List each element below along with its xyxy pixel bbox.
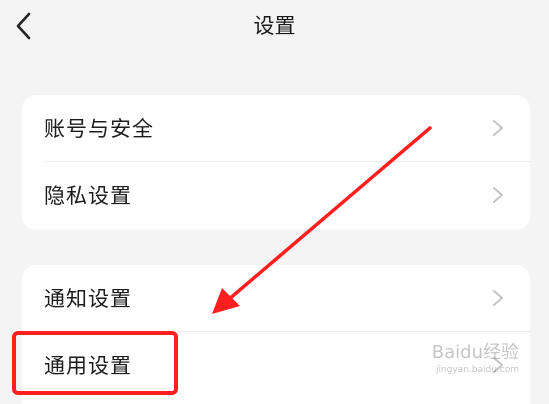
settings-item-label: 账号与安全 [44,117,154,141]
settings-group-general: 通知设置 通用设置 [22,265,530,404]
settings-item-label: 隐私设置 [44,184,132,208]
settings-item-label: 通用设置 [44,354,132,378]
settings-item-account-security[interactable]: 账号与安全 [22,95,530,161]
settings-group-account: 账号与安全 隐私设置 [22,95,530,230]
chevron-right-icon [493,187,503,203]
page-title: 设置 [253,14,296,38]
top-bar: 设置 [0,0,549,60]
chevron-right-icon [493,290,503,306]
settings-item-general[interactable]: 通用设置 [22,332,530,398]
settings-item-label: 通知设置 [44,287,132,311]
chevron-right-icon [493,357,503,373]
settings-item-notifications[interactable]: 通知设置 [22,265,530,331]
chevron-right-icon [493,120,503,136]
settings-item-privacy[interactable]: 隐私设置 [22,162,530,228]
